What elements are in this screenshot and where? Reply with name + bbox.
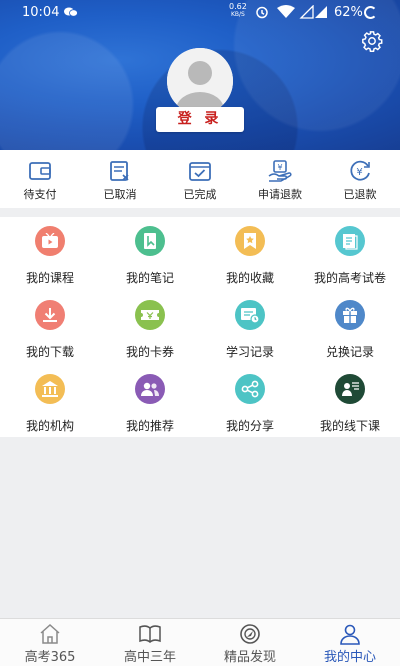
offline-class-icon <box>335 374 365 404</box>
signal-icon <box>299 5 314 19</box>
order-refunded[interactable]: ¥ 已退款 <box>320 150 400 208</box>
menu-my-downloads[interactable]: 我的下载 <box>0 293 100 366</box>
wifi-icon <box>277 5 295 18</box>
menu-label: 学习记录 <box>225 345 274 359</box>
function-grid: 我的课程 我的笔记 我的收藏 我的高考试卷 我的下载 我的卡券 学习记录 兑换记… <box>0 217 400 437</box>
status-icons <box>256 5 327 19</box>
completed-check-icon <box>189 162 211 181</box>
default-avatar-icon <box>167 48 233 114</box>
institution-icon <box>35 374 65 404</box>
share-icon <box>235 374 265 404</box>
nav-high-school-three-years[interactable]: 高中三年 <box>100 619 200 666</box>
order-label: 已退款 <box>343 188 377 201</box>
order-label: 申请退款 <box>258 188 302 201</box>
svg-text:¥: ¥ <box>356 167 362 178</box>
wechat-notification-icon <box>64 7 78 17</box>
home-icon <box>40 623 60 644</box>
menu-label: 我的下载 <box>25 345 74 359</box>
menu-label: 我的高考试卷 <box>313 271 386 285</box>
menu-my-coupons[interactable]: 我的卡券 <box>100 293 200 366</box>
nav-gaokao365[interactable]: 高考365 <box>0 619 100 666</box>
network-speed-unit: KB/S <box>230 11 245 18</box>
nav-discover[interactable]: 精品发现 <box>200 619 300 666</box>
menu-my-shares[interactable]: 我的分享 <box>200 367 300 440</box>
avatar[interactable] <box>167 48 233 114</box>
order-label: 待支付 <box>23 188 57 201</box>
coupon-icon <box>135 300 165 330</box>
signal-icon-2 <box>315 6 327 18</box>
discover-icon <box>240 624 260 644</box>
menu-label: 我的课程 <box>25 271 74 285</box>
menu-my-courses[interactable]: 我的课程 <box>0 219 100 292</box>
menu-my-offline-classes[interactable]: 我的线下课 <box>300 367 400 440</box>
book-icon <box>139 625 161 643</box>
order-refund-request[interactable]: ¥ 申请退款 <box>240 150 320 208</box>
notebook-icon <box>135 226 165 256</box>
menu-label: 兑换记录 <box>325 345 374 359</box>
star-bookmark-icon <box>235 226 265 256</box>
menu-my-recommendations[interactable]: 我的推荐 <box>100 367 200 440</box>
menu-label: 我的分享 <box>225 419 274 433</box>
menu-label: 我的卡券 <box>125 345 174 359</box>
network-speed: 0.62 KB/S <box>229 3 247 19</box>
network-speed-value: 0.62 <box>229 2 247 11</box>
menu-my-favorites[interactable]: 我的收藏 <box>200 219 300 292</box>
status-bar: 10:04 0.62 KB/S 62% <box>0 0 400 26</box>
user-center-icon <box>340 624 360 645</box>
order-completed[interactable]: 已完成 <box>160 150 240 208</box>
download-icon <box>35 300 65 330</box>
refund-request-icon: ¥ <box>268 160 292 182</box>
alarm-icon <box>256 6 268 19</box>
order-label: 已取消 <box>103 188 137 201</box>
menu-label: 我的笔记 <box>125 271 174 285</box>
login-button[interactable]: 登 录 <box>156 107 244 132</box>
order-cancelled[interactable]: 已取消 <box>80 150 160 208</box>
battery-icon <box>364 6 377 19</box>
menu-label: 我的推荐 <box>125 419 174 433</box>
menu-study-records[interactable]: 学习记录 <box>200 293 300 366</box>
play-tv-icon <box>35 226 65 256</box>
menu-label: 我的机构 <box>25 419 74 433</box>
nav-my-center[interactable]: 我的中心 <box>300 619 400 666</box>
nav-label: 精品发现 <box>223 650 276 665</box>
menu-label: 我的线下课 <box>319 419 380 433</box>
status-time: 10:04 <box>22 5 60 20</box>
study-record-icon <box>235 300 265 330</box>
battery-percent: 62% <box>334 5 363 20</box>
nav-label: 我的中心 <box>323 650 376 665</box>
profile-header: 10:04 0.62 KB/S 62% 登 录 <box>0 0 400 150</box>
order-pending-payment[interactable]: 待支付 <box>0 150 80 208</box>
nav-label: 高考365 <box>24 650 76 665</box>
exchange-gift-icon <box>335 300 365 330</box>
menu-my-exam-papers[interactable]: 我的高考试卷 <box>300 219 400 292</box>
menu-label: 我的收藏 <box>225 271 274 285</box>
nav-label: 高中三年 <box>123 650 176 665</box>
menu-my-institution[interactable]: 我的机构 <box>0 367 100 440</box>
cancelled-doc-icon <box>110 161 129 181</box>
bottom-navigation: 高考365 高中三年 精品发现 我的中心 <box>0 618 400 666</box>
menu-exchange-records[interactable]: 兑换记录 <box>300 293 400 366</box>
wallet-icon <box>29 162 51 180</box>
order-status-row: 待支付 已取消 已完成 ¥ 申请退款 ¥ 已退款 <box>0 150 400 208</box>
svg-text:¥: ¥ <box>277 163 282 172</box>
menu-my-notes[interactable]: 我的笔记 <box>100 219 200 292</box>
settings-gear-icon[interactable] <box>361 30 383 52</box>
order-label: 已完成 <box>183 188 217 201</box>
recommend-users-icon <box>135 374 165 404</box>
refunded-yen-icon: ¥ <box>350 160 370 181</box>
exam-paper-icon <box>335 226 365 256</box>
